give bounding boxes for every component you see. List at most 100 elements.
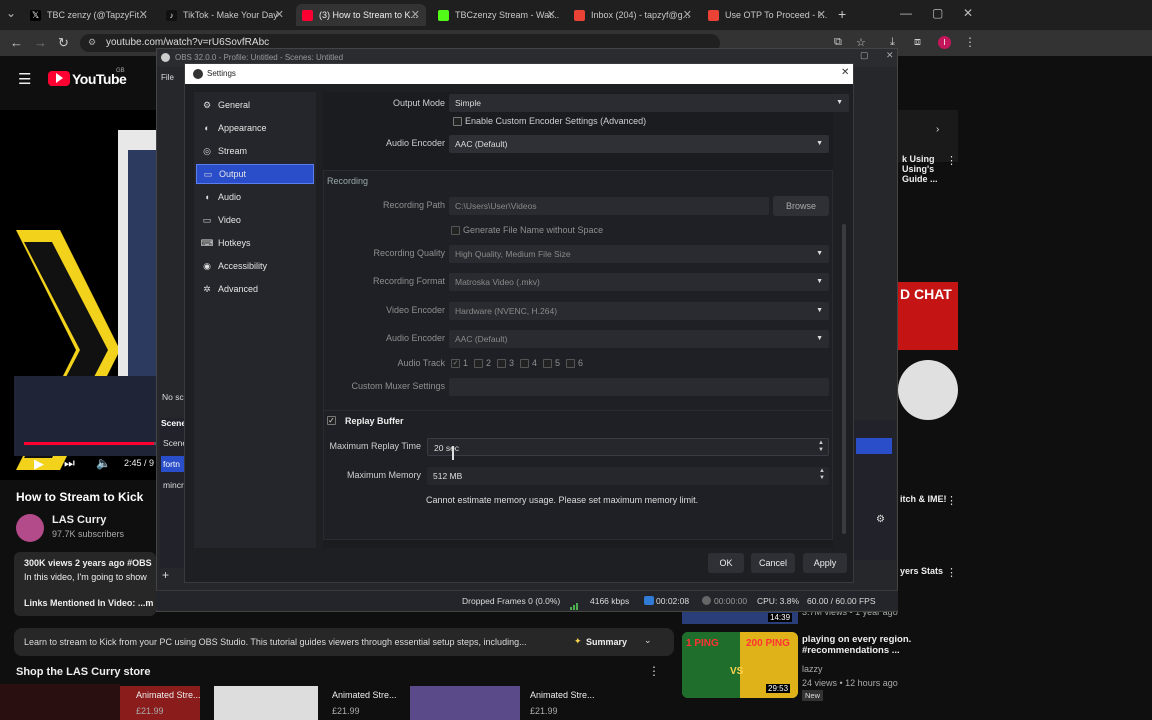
custom-muxer-input[interactable] (449, 378, 829, 396)
audio-encoder-select[interactable]: AAC (Default) ▼ (449, 135, 829, 153)
close-tab-icon[interactable]: ✕ (411, 8, 420, 21)
browser-tab[interactable]: ♪ TikTok - Make Your Day ✕ (160, 4, 290, 26)
add-scene-icon[interactable]: + (162, 568, 169, 582)
back-icon[interactable]: ← (10, 35, 23, 50)
scrollbar[interactable] (842, 224, 846, 534)
channel-name[interactable]: LAS Curry (52, 514, 106, 526)
output-mode-select[interactable]: Simple ▼ (449, 94, 849, 112)
rec-title[interactable]: yers Stats (900, 566, 943, 576)
chevron-right-icon[interactable]: › (936, 124, 939, 135)
rec-title[interactable]: itch & IME! (900, 494, 947, 504)
next-button-icon[interactable]: ⏭ (64, 456, 75, 471)
monitor-icon: ▭ (203, 168, 213, 179)
sidebar-item-video[interactable]: ▭ Video (196, 210, 314, 230)
palette-icon: ◐ (204, 123, 210, 133)
close-tab-icon[interactable]: ✕ (139, 8, 148, 21)
browser-tab[interactable]: Use OTP To Proceed - l... ✕ (702, 4, 832, 26)
chat-thumb-text: D CHAT (900, 286, 952, 302)
apply-button[interactable]: Apply (803, 553, 847, 573)
scene-item[interactable]: mincr (163, 480, 184, 490)
product-title[interactable]: Animated Stre... (530, 690, 595, 700)
more-icon[interactable]: ⋮ (946, 494, 957, 507)
settings-dialog: Settings ✕ ⚙ General ◐ Appearance ◎ Stream … (184, 63, 854, 583)
audio-track-checkbox[interactable] (497, 359, 506, 368)
sidebar-item-hotkeys[interactable]: ⌨ Hotkeys (196, 233, 314, 253)
audio-track-checkbox[interactable] (543, 359, 552, 368)
gmail-icon (574, 9, 585, 21)
sidebar-item-output[interactable]: ▭ Output (196, 164, 314, 184)
new-tab-button[interactable]: + (838, 6, 846, 22)
reload-icon[interactable]: ↻ (58, 35, 69, 51)
menu-kebab-icon[interactable]: ⋮ (964, 35, 976, 49)
sidebar-item-appearance[interactable]: ◐ Appearance (196, 118, 314, 138)
maximize-button[interactable]: ▢ (932, 6, 943, 20)
close-window-button[interactable]: ✕ (963, 6, 973, 20)
rec-audio-encoder-select[interactable]: AAC (Default) ▼ (449, 330, 829, 348)
sidebar-item-stream[interactable]: ◎ Stream (196, 141, 314, 161)
recording-format-select[interactable]: Matroska Video (.mkv) ▼ (449, 273, 829, 291)
sidebar-item-general[interactable]: ⚙ General (196, 95, 314, 115)
speaker-icon: ◖ (204, 192, 210, 202)
browser-tab[interactable]: TBCzenzy Stream - Wat... ✕ (432, 4, 562, 26)
scene-item-label: fortn (163, 459, 181, 469)
volume-icon[interactable]: 🔈 (96, 456, 111, 470)
close-tab-icon[interactable]: ✕ (817, 8, 826, 21)
chevron-down-icon[interactable]: ⌄ (644, 635, 652, 646)
tab-search-icon[interactable]: ⌄ (6, 6, 16, 20)
dock-selected-item[interactable] (856, 438, 892, 454)
shop-more-icon[interactable]: ⋮ (648, 664, 660, 678)
audio-track-checkbox[interactable] (566, 359, 575, 368)
obs-maximize-icon[interactable]: ▢ (860, 50, 869, 61)
fps-overlay (0, 684, 120, 720)
audio-track-checkbox[interactable] (520, 359, 529, 368)
rec-title[interactable]: playing on every region. #recommendation… (802, 634, 922, 656)
audio-track-checkbox[interactable]: ✓ (451, 359, 460, 368)
channel-avatar[interactable] (16, 514, 44, 542)
custom-encoder-checkbox[interactable] (453, 117, 462, 126)
max-memory-input[interactable]: 512 MB ▲ ▼ (427, 467, 829, 485)
browser-tab[interactable]: Inbox (204) - tapzyf@g... ✕ (568, 4, 698, 26)
product-title[interactable]: Animated Stre... (136, 690, 201, 700)
browser-tab-active[interactable]: (3) How to Stream to K... ✕ (296, 4, 426, 26)
generate-filename-checkbox[interactable] (451, 226, 460, 235)
product-title[interactable]: Animated Stre... (332, 690, 397, 700)
recording-quality-select[interactable]: High Quality, Medium File Size ▼ (449, 245, 829, 263)
forward-icon[interactable]: → (34, 35, 47, 50)
obs-close-icon[interactable]: ✕ (886, 50, 894, 61)
browse-button[interactable]: Browse (773, 196, 829, 216)
browser-tab-bar: 𝕏 TBC zenzy (@TapzyFit... ✕ ♪ TikTok - Make… (0, 0, 1152, 30)
recording-path-input[interactable]: C:\Users\User\Videos (449, 197, 769, 215)
spinner-arrows-icon[interactable]: ▲ ▼ (818, 440, 824, 454)
close-tab-icon[interactable]: ✕ (547, 8, 556, 21)
audio-track-checkbox[interactable] (474, 359, 483, 368)
replay-buffer-label: Replay Buffer (345, 416, 404, 426)
product-thumbnail[interactable] (214, 686, 318, 720)
profile-avatar[interactable]: I (938, 36, 951, 49)
video-encoder-select[interactable]: Hardware (NVENC, H.264) ▼ (449, 302, 829, 320)
close-tab-icon[interactable]: ✕ (683, 8, 692, 21)
max-replay-time-input[interactable]: 20 sec ▲ ▼ (427, 438, 829, 456)
replay-buffer-checkbox[interactable]: ✓ (327, 416, 336, 425)
video-encoder-label: Video Encoder (386, 305, 445, 315)
rec-thumbnail[interactable] (898, 360, 958, 420)
file-menu[interactable]: File (161, 73, 174, 82)
sidebar-item-accessibility[interactable]: ◉ Accessibility (196, 256, 314, 276)
more-icon[interactable]: ⋮ (946, 566, 957, 579)
sidebar-item-advanced[interactable]: ✲ Advanced (196, 279, 314, 299)
hamburger-menu-icon[interactable]: ☰ (18, 70, 31, 88)
cancel-button[interactable]: Cancel (751, 553, 795, 573)
rec-channel[interactable]: lazzy (802, 664, 823, 674)
close-dialog-icon[interactable]: ✕ (841, 67, 849, 78)
product-thumbnail[interactable] (410, 686, 520, 720)
close-tab-icon[interactable]: ✕ (275, 8, 284, 21)
site-info-icon[interactable]: ⚙ (88, 37, 96, 48)
minimize-button[interactable]: — (900, 6, 912, 20)
ok-button[interactable]: OK (708, 553, 744, 573)
spinner-arrows-icon[interactable]: ▲ ▼ (819, 468, 825, 482)
more-icon[interactable]: ⋮ (946, 154, 957, 167)
dock-settings-gear-icon[interactable]: ⚙ (876, 514, 885, 525)
play-button-icon[interactable]: ▶ (34, 456, 44, 472)
extensions-icon[interactable]: ⧈ (914, 36, 921, 49)
browser-tab[interactable]: 𝕏 TBC zenzy (@TapzyFit... ✕ (24, 4, 154, 26)
sidebar-item-audio[interactable]: ◖ Audio (196, 187, 314, 207)
